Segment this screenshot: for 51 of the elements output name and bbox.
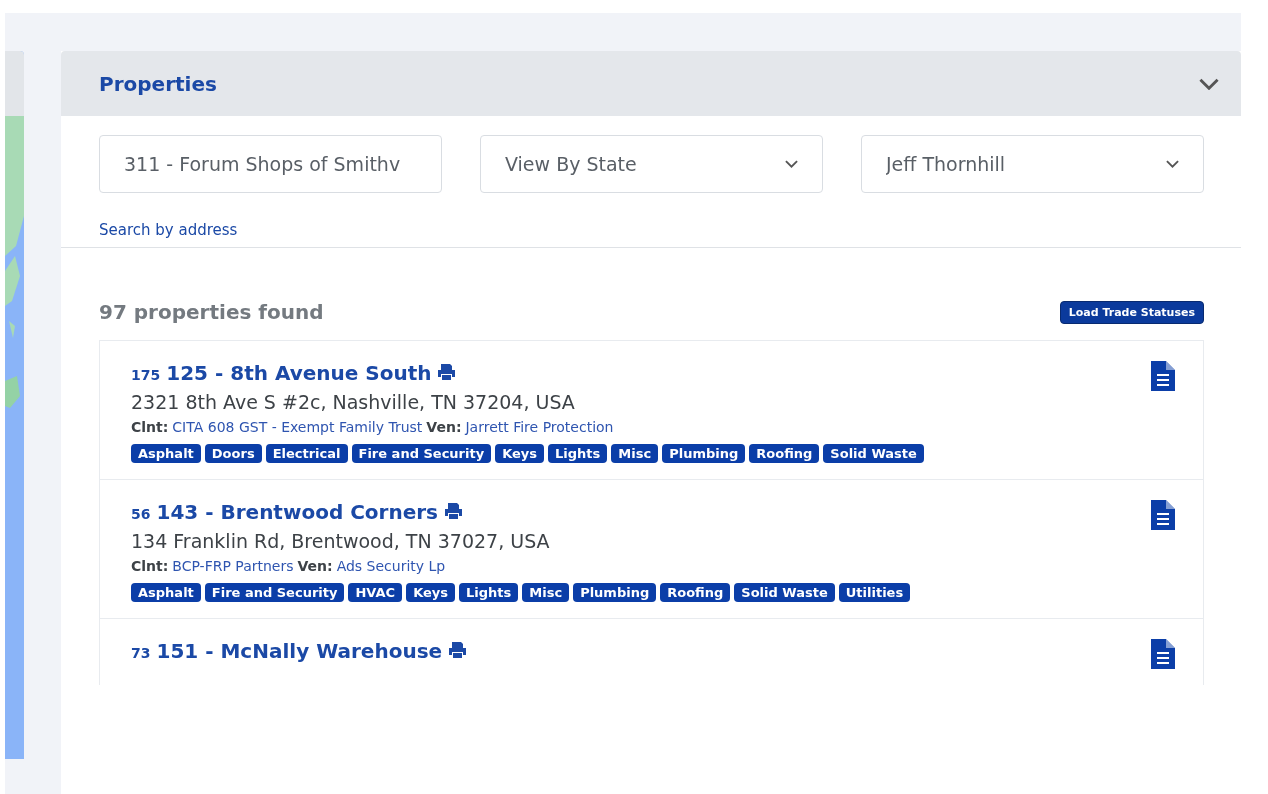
printer-icon[interactable] (444, 503, 464, 519)
property-count: 56 (131, 506, 151, 522)
property-name-link[interactable]: 151 - McNally Warehouse (156, 639, 443, 663)
property-count: 175 (131, 367, 161, 383)
trade-tag: HVAC (348, 583, 403, 602)
document-icon[interactable] (1151, 361, 1175, 391)
client-label: Clnt: (131, 419, 169, 435)
property-field[interactable]: 311 - Forum Shops of Smithv (99, 135, 442, 193)
trade-tag: Plumbing (662, 444, 746, 463)
trade-tag: Fire and Security (351, 444, 492, 463)
client-label: Clnt: (131, 558, 169, 574)
chevron-down-icon (1199, 77, 1219, 90)
property-address: 134 Franklin Rd, Brentwood, TN 37027, USA (131, 530, 551, 552)
trade-tag: Lights (548, 444, 608, 463)
trade-tag: Misc (522, 583, 570, 602)
trade-tag: Utilities (838, 583, 911, 602)
trade-tag: Roofing (660, 583, 731, 602)
vendor-label: Ven: (426, 419, 462, 435)
property-address: 2321 8th Ave S #2c, Nashville, TN 37204, USA (131, 391, 576, 413)
trade-tag: Asphalt (131, 444, 201, 463)
property-name-link[interactable]: 125 - 8th Avenue South (166, 361, 432, 385)
trade-tag: Keys (406, 583, 455, 602)
trade-tag: Keys (495, 444, 545, 463)
trade-tag: Misc (611, 444, 659, 463)
panel-title: Properties (99, 71, 217, 96)
trade-tag: Solid Waste (734, 583, 835, 602)
trade-tag: Roofing (749, 444, 820, 463)
trade-tag: Asphalt (131, 583, 201, 602)
load-trade-statuses-button[interactable]: Load Trade Statuses (1059, 300, 1204, 324)
chevron-down-icon (1166, 160, 1179, 168)
trade-tag: Plumbing (573, 583, 657, 602)
property-count: 73 (131, 645, 151, 661)
vendor-label: Ven: (297, 558, 333, 574)
chevron-down-icon (785, 160, 798, 168)
trade-tag: Electrical (265, 444, 348, 463)
property-name-link[interactable]: 143 - Brentwood Corners (156, 500, 439, 524)
client-link[interactable]: CITA 608 GST - Exempt Family Trust (172, 419, 423, 435)
results-count: 97 properties found (99, 300, 324, 324)
document-icon[interactable] (1151, 639, 1175, 669)
vendor-link[interactable]: Ads Security Lp (336, 558, 446, 574)
client-link[interactable]: BCP-FRP Partners (172, 558, 294, 574)
document-icon[interactable] (1151, 500, 1175, 530)
printer-icon[interactable] (437, 364, 457, 380)
printer-icon[interactable] (448, 642, 468, 658)
trade-tag: Solid Waste (823, 444, 924, 463)
vendor-link[interactable]: Jarrett Fire Protection (465, 419, 614, 435)
search-by-address-link[interactable]: Search by address (99, 221, 238, 239)
state-dropdown[interactable]: View By State (480, 135, 823, 193)
trade-tag: Doors (204, 444, 262, 463)
trade-tag: Fire and Security (204, 583, 345, 602)
trade-tag: Lights (459, 583, 519, 602)
